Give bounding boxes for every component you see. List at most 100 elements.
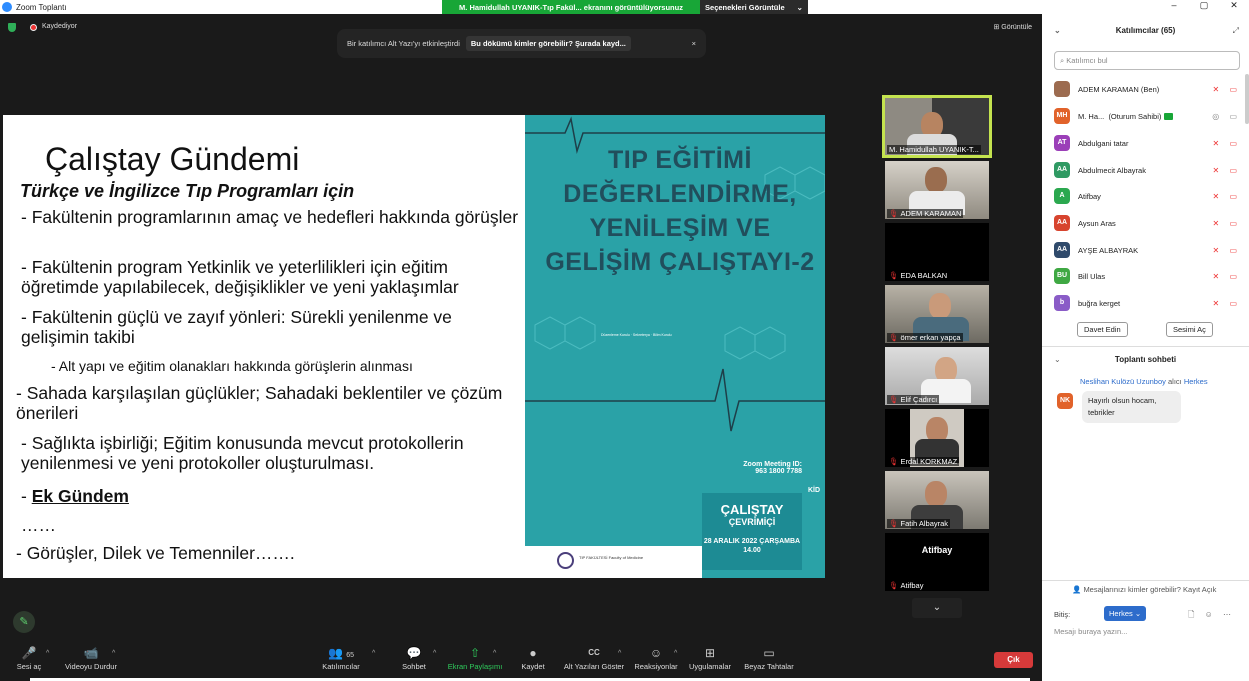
close-icon[interactable]: × bbox=[692, 39, 696, 48]
mic-muted-icon: 🎙 bbox=[889, 209, 899, 218]
video-tile[interactable]: 🎙 EDA BALKAN bbox=[885, 223, 989, 281]
poster-zoom-id: Zoom Meeting ID: 963 1800 7788 bbox=[743, 461, 802, 475]
chat-button[interactable]: 💬 Sohbet bbox=[379, 642, 449, 671]
participant-row[interactable]: A Atifbay ✕ ▭ bbox=[1054, 185, 1244, 207]
shield-icon[interactable] bbox=[8, 23, 16, 32]
annotate-pencil-icon[interactable]: ✎ bbox=[13, 611, 35, 633]
participant-row-name: Bill Ulas bbox=[1078, 271, 1106, 281]
share-badge-icon bbox=[1164, 112, 1174, 120]
chat-title: Toplantı sohbeti bbox=[1114, 355, 1177, 364]
chat-visibility-notice[interactable]: 👤 Mesajlarınızı kimler görebilir? Kayıt … bbox=[1072, 585, 1216, 594]
record-button[interactable]: ● Kaydet bbox=[498, 642, 568, 671]
video-tile[interactable]: 🎙 Fatih Albayrak bbox=[885, 471, 989, 529]
slide-title: Çalıştay Gündemi bbox=[45, 141, 300, 177]
chat-message: Hayırlı olsun hocam, tebrikler bbox=[1082, 391, 1181, 423]
mic-muted-icon: 🎙 bbox=[889, 581, 899, 590]
caret-icon[interactable]: ^ bbox=[493, 650, 496, 657]
participant-row[interactable]: AT Abdulgani tatar ✕ ▭ bbox=[1054, 132, 1244, 154]
view-button[interactable]: ⊞ Görüntüle bbox=[993, 23, 1032, 31]
chat-visibility-text: Mesajlarınızı kimler görebilir? Kayıt Aç… bbox=[1083, 585, 1217, 594]
slide-item: - bbox=[21, 486, 32, 506]
chevron-down-icon[interactable]: ⌄ bbox=[1054, 355, 1061, 364]
video-tile[interactable]: M. Hamidullah UYANIK-T... bbox=[882, 95, 992, 158]
poster-date: 28 ARALIK 2022 ÇARŞAMBA 14.00 bbox=[703, 538, 801, 554]
participant-row-name: Atifbay bbox=[1078, 191, 1101, 201]
view-label: Görüntüle bbox=[1001, 24, 1032, 31]
participants-icon: 👥 bbox=[327, 646, 343, 660]
video-tile[interactable]: 🎙 Elif Çadırcı bbox=[885, 347, 989, 405]
leave-button[interactable]: Çık bbox=[994, 652, 1033, 668]
scrollbar[interactable] bbox=[1245, 74, 1249, 124]
caret-icon[interactable]: ^ bbox=[112, 650, 115, 657]
record-icon: ● bbox=[529, 646, 537, 660]
video-tile[interactable]: 🎙 ADEM KARAMAN bbox=[885, 161, 989, 219]
recipient-select[interactable]: Herkes ⌄ bbox=[1104, 606, 1147, 621]
recipient-label: Bitiş: bbox=[1054, 610, 1071, 619]
poster-kid: KİD bbox=[808, 487, 821, 494]
notice-link[interactable]: Bu dökümü kimler görebilir? Şurada kayd.… bbox=[465, 36, 631, 51]
chevron-down-icon: ⌄ bbox=[796, 2, 803, 12]
avatar: AA bbox=[1054, 242, 1070, 258]
avatar: b bbox=[1054, 295, 1070, 311]
chat-icon: 💬 bbox=[406, 646, 422, 660]
caret-icon[interactable]: ^ bbox=[372, 650, 375, 657]
minimize-button[interactable]: – bbox=[1159, 0, 1189, 14]
mic-icon: ◎ ▭ bbox=[1212, 111, 1241, 121]
chevron-down-icon[interactable]: ⌄ bbox=[912, 598, 962, 618]
close-window-button[interactable]: ✕ bbox=[1219, 0, 1249, 14]
share-status: M. Hamidullah UYANIK-Tıp Fakül... ekranı… bbox=[442, 0, 700, 14]
whiteboard-icon: ▭ bbox=[763, 646, 775, 660]
poster-event: ÇALIŞTAY bbox=[720, 502, 784, 517]
avatar: AA bbox=[1054, 162, 1070, 178]
unmute-me-button[interactable]: Sesimi Aç bbox=[1166, 322, 1213, 337]
participant-name-text: ADEM KARAMAN bbox=[900, 209, 962, 218]
participant-row[interactable]: b buğra kerget ✕ ▭ bbox=[1054, 292, 1244, 314]
mic-muted-icon: ✕ ▭ bbox=[1212, 138, 1241, 148]
participant-name-text: ömer erkan yapça bbox=[900, 333, 961, 342]
participant-row[interactable]: BU Bill Ulas ✕ ▭ bbox=[1054, 265, 1244, 287]
toolbar-label: Videoyu Durdur bbox=[65, 662, 117, 671]
video-tile[interactable]: 🎙 ömer erkan yapça bbox=[885, 285, 989, 343]
expand-icon[interactable]: ⤢ bbox=[1233, 26, 1239, 36]
video-tile[interactable]: 🎙 Erdal KORKMAZ bbox=[885, 409, 989, 467]
slide-item: - Sahada karşılaşılan güçlükler; Sahadak… bbox=[16, 383, 503, 423]
video-tile[interactable]: Atifbay 🎙 Atifbay bbox=[885, 533, 989, 591]
participant-row[interactable]: AA Aysun Aras ✕ ▭ bbox=[1054, 212, 1244, 234]
chevron-down-icon[interactable]: ⌄ bbox=[1054, 26, 1061, 35]
participant-name: 🎙 Fatih Albayrak bbox=[887, 519, 951, 528]
chat-message-input[interactable]: Mesajı buraya yazın... bbox=[1054, 627, 1127, 636]
whiteboard-button[interactable]: ▭ Beyaz Tahtalar bbox=[734, 642, 804, 671]
participant-row-name: Abdulmecit Albayrak bbox=[1078, 165, 1146, 175]
participant-row[interactable]: MH M. Ha... (Oturum Sahibi) ◎ ▭ bbox=[1054, 105, 1244, 127]
participant-row[interactable]: AA Abdulmecit Albayrak ✕ ▭ bbox=[1054, 159, 1244, 181]
host-label: (Oturum Sahibi) bbox=[1108, 111, 1162, 121]
avatar: MH bbox=[1054, 108, 1070, 124]
chat-sender: Neslihan Kulözü Uzunboy alıcı Herkes bbox=[1080, 377, 1208, 386]
participant-row-name: buğra kerget bbox=[1078, 298, 1121, 308]
caret-icon[interactable]: ^ bbox=[433, 650, 436, 657]
toolbar-label: Sesi aç bbox=[16, 662, 42, 671]
participant-name: 🎙 Erdal KORKMAZ bbox=[887, 457, 960, 466]
participant-row[interactable]: ADEM KARAMAN (Ben) ✕ ▭ bbox=[1054, 78, 1244, 100]
participants-button[interactable]: 👥 65 Katılımcılar bbox=[306, 642, 376, 671]
stop-video-button[interactable]: 📹 Videoyu Durdur bbox=[56, 642, 126, 671]
slide-subtitle: Türkçe ve İngilizce Tıp Programları için bbox=[20, 181, 355, 201]
divider bbox=[1042, 346, 1249, 347]
participant-row-name: Aysun Aras bbox=[1078, 218, 1116, 228]
maximize-button[interactable]: ▢ bbox=[1189, 0, 1219, 14]
caption-notice: Bir katılımcı Alt Yazı'yı etkinleştirdi … bbox=[337, 29, 706, 58]
chat-tools-icon[interactable]: 🗋 ☺ ⋯ bbox=[1188, 609, 1235, 623]
participant-search-input[interactable]: ⌕ Katılımcı bul bbox=[1054, 51, 1240, 70]
unmute-button[interactable]: 🎤 Sesi aç bbox=[0, 642, 64, 671]
caret-icon[interactable]: ^ bbox=[46, 650, 49, 657]
invite-button[interactable]: Davet Edin bbox=[1077, 322, 1128, 337]
mic-muted-icon: 🎤 bbox=[21, 646, 37, 660]
share-banner: M. Hamidullah UYANIK-Tıp Fakül... ekranı… bbox=[442, 0, 808, 14]
participant-row[interactable]: AA AYŞE ALBAYRAK ✕ ▭ bbox=[1054, 239, 1244, 261]
mic-muted-icon: 🎙 bbox=[889, 519, 899, 528]
slide-item: - Alt yapı ve eğitim olanakları hakkında… bbox=[51, 358, 413, 374]
toolbar-label: Beyaz Tahtalar bbox=[744, 662, 794, 671]
chat-to-label: alıcı bbox=[1167, 377, 1182, 386]
view-options-button[interactable]: Seçenekleri Görüntüle ⌄ bbox=[700, 0, 808, 14]
poster-faculty: TIP FAKÜLTESİ Faculty of Medicine bbox=[579, 555, 644, 560]
